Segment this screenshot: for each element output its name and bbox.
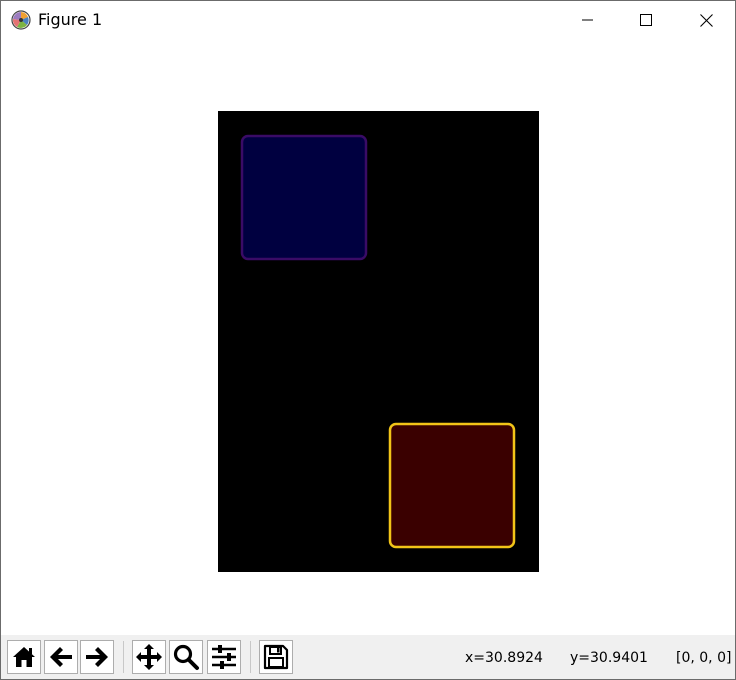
cursor-y-readout: y=30.9401: [570, 650, 648, 666]
minimize-icon: [582, 19, 593, 21]
back-button[interactable]: [44, 640, 78, 674]
configure-subplots-button[interactable]: [207, 640, 241, 674]
forward-button[interactable]: [80, 640, 114, 674]
sliders-icon: [212, 645, 236, 669]
blue-square: [240, 134, 368, 261]
move-icon: [136, 644, 162, 670]
save-icon: [263, 644, 289, 670]
close-button[interactable]: [677, 1, 735, 39]
matplotlib-logo-icon: [11, 10, 31, 30]
navigation-toolbar: x=30.8924 y=30.9401 [0, 0, 0]: [1, 635, 735, 679]
arrow-right-icon: [86, 647, 108, 667]
pan-button[interactable]: [132, 640, 166, 674]
arrow-left-icon: [50, 647, 72, 667]
toolbar-separator: [123, 641, 124, 673]
cursor-x-readout: x=30.8924: [465, 650, 543, 666]
red-square: [388, 422, 516, 549]
image-axes[interactable]: [218, 111, 539, 572]
title-bar[interactable]: Figure 1: [1, 1, 735, 39]
zoom-button[interactable]: [169, 640, 203, 674]
home-icon: [13, 647, 35, 667]
toolbar-separator: [250, 641, 251, 673]
close-icon: [699, 13, 713, 27]
figure-window: Figure 1 x=30.8924 y=30.9401 [0, 0, 0]: [0, 0, 736, 680]
save-button[interactable]: [259, 640, 293, 674]
window-title: Figure 1: [38, 10, 103, 29]
pixel-value-readout: [0, 0, 0]: [676, 650, 732, 666]
maximize-button[interactable]: [617, 1, 675, 39]
zoom-icon: [173, 644, 199, 670]
minimize-button[interactable]: [559, 1, 617, 39]
maximize-icon: [640, 14, 652, 26]
home-button[interactable]: [7, 640, 41, 674]
figure-canvas[interactable]: [1, 39, 735, 635]
